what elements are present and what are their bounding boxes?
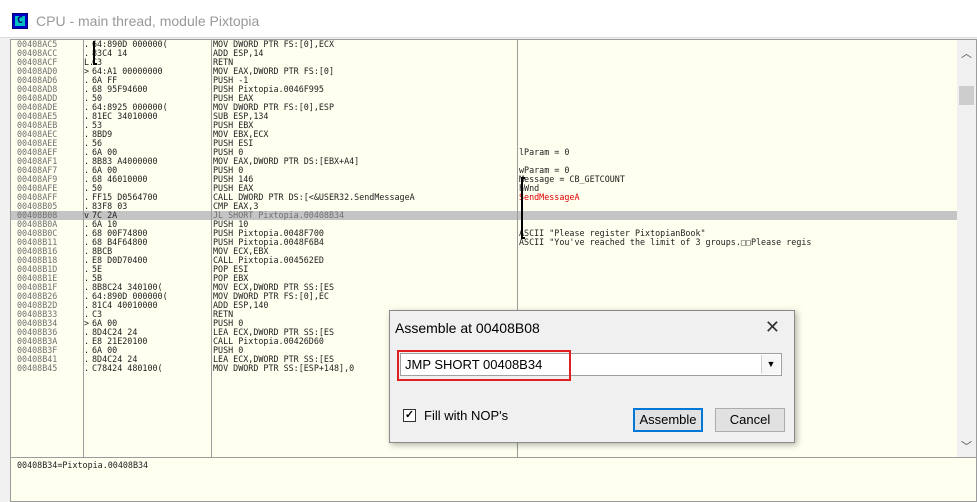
disasm-row[interactable]: 00408B1D. 5E POP ESI [11, 265, 957, 274]
disasm-row[interactable]: 00408B2D. 81C4 40010000 ADD ESP,140 [11, 301, 957, 310]
info-pane: 00408B34=Pixtopia.00408B34 [10, 458, 977, 502]
dialog-title: Assemble at 00408B08 [395, 320, 540, 336]
close-icon[interactable]: ✕ [765, 317, 780, 338]
scroll-up-icon[interactable]: ︿ [961, 45, 972, 61]
column-divider-hex[interactable] [211, 40, 212, 457]
function-bracket [93, 41, 97, 65]
row-marker: . [84, 363, 90, 373]
disasm-row[interactable]: 00408AE5. 81EC 34010000 SUB ESP,134 [11, 112, 957, 121]
disasm-row[interactable]: 00408AEB. 53 PUSH EBX [11, 121, 957, 130]
call-arguments-bracket [521, 177, 525, 239]
checkmark-icon: ✓ [404, 409, 415, 421]
disasm-row[interactable]: 00408AF9. 68 46010000 PUSH 146 Message = CB… [11, 175, 957, 184]
row-disassembly: MOV DWORD PTR SS:[ESP+148],0 [213, 363, 355, 373]
row-address: 00408B45 [17, 363, 58, 373]
cpu-icon: C [12, 13, 28, 29]
disasm-row[interactable]: 00408B0A. 6A 10 PUSH 10 [11, 220, 957, 229]
disasm-row[interactable]: 00408AD6. 6A FF PUSH -1 [11, 76, 957, 85]
scroll-thumb[interactable] [959, 86, 974, 105]
row-comment: ASCII "You've reached the limit of 3 gro… [519, 237, 812, 247]
disasm-row[interactable]: 00408B05. 83F8 03 CMP EAX,3 [11, 202, 957, 211]
disasm-row[interactable]: 00408AD0 >64:A1 00000000 MOV EAX,DWORD PTR… [11, 67, 957, 76]
row-comment: SendMessageA [519, 192, 580, 202]
disasm-row[interactable]: 00408B08 v 7C 2A JL SHORT Pixtopia.00408B34 [11, 211, 957, 220]
row-hex: C78424 480100( [92, 363, 163, 373]
assemble-input[interactable] [403, 355, 763, 374]
disasm-row[interactable]: 00408B11. 68 B4F64800 PUSH Pixtopia.0048F6… [11, 238, 957, 247]
vertical-scrollbar[interactable]: ︿ ﹀ [957, 40, 976, 457]
cancel-button[interactable]: Cancel [715, 408, 785, 432]
scroll-down-icon[interactable]: ﹀ [961, 438, 972, 454]
row-comment: lParam = 0 [519, 147, 570, 157]
disasm-row[interactable]: 00408AF7. 6A 00 PUSH 0 wParam = 0 [11, 166, 957, 175]
column-divider-address[interactable] [83, 40, 84, 457]
disasm-row[interactable]: 00408B16. 8BCB MOV ECX,EBX [11, 247, 957, 256]
disasm-row[interactable]: 00408B0C. 68 00F74800 PUSH Pixtopia.0048F7… [11, 229, 957, 238]
assemble-dialog: Assemble at 00408B08 ✕ ▼ ✓ Fill with NOP… [389, 310, 795, 443]
assemble-combobox[interactable]: ▼ [400, 353, 782, 376]
disasm-row[interactable]: 00408AEC. 8BD9 MOV EBX,ECX [11, 130, 957, 139]
chevron-down-icon[interactable]: ▼ [761, 355, 780, 374]
disasm-row[interactable]: 00408B18. E8 D0D70400 CALL Pixtopia.004562… [11, 256, 957, 265]
info-text: 00408B34=Pixtopia.00408B34 [17, 460, 149, 470]
fill-nops-label[interactable]: Fill with NOP's [424, 408, 508, 423]
disasm-row[interactable]: 00408ACC. 83C4 14 ADD ESP,14 [11, 49, 957, 58]
disasm-row[interactable]: 00408AC5. 64:890D 000000(MOV DWORD PTR FS… [11, 40, 957, 49]
disasm-row[interactable]: 00408AF1. 8B83 A4000000 MOV EAX,DWORD PTR … [11, 157, 957, 166]
disasm-row[interactable]: 00408AD8. 68 95F94600 PUSH Pixtopia.0046F9… [11, 85, 957, 94]
disasm-row[interactable]: 00408AEE. 56 PUSH ESI [11, 139, 957, 148]
window-titlebar: C CPU - main thread, module Pixtopia [0, 0, 977, 38]
assemble-button[interactable]: Assemble [633, 408, 703, 432]
fill-nops-checkbox[interactable]: ✓ [403, 409, 416, 422]
window-title: CPU - main thread, module Pixtopia [36, 13, 260, 29]
disasm-row[interactable]: 00408AFF. FF15 D0564700 CALL DWORD PTR DS:… [11, 193, 957, 202]
